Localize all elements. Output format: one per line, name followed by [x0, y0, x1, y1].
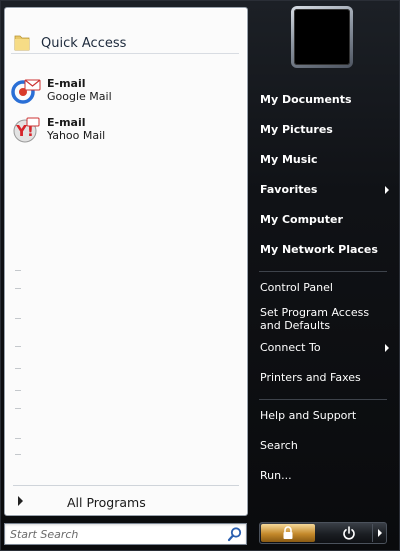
chevron-right-icon: [385, 344, 389, 352]
lock-icon: [283, 526, 293, 539]
search-icon[interactable]: [227, 526, 243, 542]
all-programs-label: All Programs: [67, 495, 146, 510]
lock-button[interactable]: [261, 524, 315, 542]
empty-slot-divider: [15, 368, 21, 369]
empty-slot-divider: [15, 346, 21, 347]
menu-item-label: My Documents: [260, 93, 352, 106]
quick-access-item[interactable]: Quick Access: [11, 30, 239, 54]
menu-item-label: My Computer: [260, 213, 343, 226]
menu-item-control-panel[interactable]: Control Panel: [257, 277, 389, 299]
pinned-item-subtitle: Google Mail: [47, 90, 112, 103]
pinned-item-yahoo-mail[interactable]: Y! E-mail Yahoo Mail: [9, 113, 245, 147]
menu-item-label: Help and Support: [260, 409, 357, 422]
power-icon: [343, 526, 355, 540]
empty-slot-divider: [15, 318, 21, 319]
start-menu: Quick Access E-mail Google Mail Y! E-mai…: [0, 0, 400, 551]
menu-item-label: My Music: [260, 153, 318, 166]
programs-panel: Quick Access E-mail Google Mail Y! E-mai…: [4, 7, 248, 516]
menu-item-label: Run...: [260, 469, 292, 482]
start-search-box[interactable]: [4, 523, 247, 545]
empty-slot-divider: [15, 288, 21, 289]
avatar: [294, 9, 350, 65]
menu-item-label: My Pictures: [260, 123, 333, 136]
power-bar: [259, 522, 387, 544]
menu-item-my-computer[interactable]: My Computer: [257, 209, 389, 231]
menu-item-label: Search: [260, 439, 298, 452]
menu-item-printers-and-faxes[interactable]: Printers and Faxes: [257, 367, 389, 389]
pinned-item-title: E-mail: [47, 116, 86, 129]
chevron-right-icon: [385, 186, 389, 194]
menu-item-favorites[interactable]: Favorites: [257, 179, 389, 201]
power-options-button[interactable]: [372, 524, 386, 542]
menu-divider: [259, 271, 387, 272]
menu-item-label: Connect To: [260, 341, 321, 354]
all-programs-button[interactable]: All Programs: [9, 490, 245, 512]
menu-item-label: Favorites: [260, 183, 318, 196]
menu-item-label: My Network Places: [260, 243, 378, 256]
menu-item-my-music[interactable]: My Music: [257, 149, 389, 171]
menu-divider: [259, 399, 387, 400]
empty-slot-divider: [15, 270, 21, 271]
menu-item-label: Control Panel: [260, 281, 333, 294]
yahoo-mail-icon: Y!: [13, 117, 40, 143]
menu-item-label: Set Program Access and Defaults: [260, 306, 370, 332]
pinned-item-google-mail[interactable]: E-mail Google Mail: [9, 74, 245, 108]
menu-item-run[interactable]: Run...: [257, 465, 389, 487]
empty-slot-divider: [15, 454, 21, 455]
empty-slot-divider: [15, 438, 21, 439]
user-avatar-frame[interactable]: [291, 6, 353, 68]
folder-icon: [14, 35, 30, 51]
pinned-item-title: E-mail: [47, 77, 86, 90]
power-button[interactable]: [330, 524, 370, 542]
quick-access-label: Quick Access: [41, 36, 127, 51]
menu-item-my-documents[interactable]: My Documents: [257, 89, 389, 111]
menu-item-connect-to[interactable]: Connect To: [257, 337, 389, 359]
menu-item-help-and-support[interactable]: Help and Support: [257, 405, 389, 427]
search-input[interactable]: [5, 524, 225, 544]
pinned-item-subtitle: Yahoo Mail: [47, 129, 106, 142]
menu-item-my-network-places[interactable]: My Network Places: [257, 239, 389, 261]
all-programs-divider: [13, 485, 239, 486]
chevron-right-icon: [18, 496, 23, 506]
empty-slot-divider: [15, 408, 21, 409]
menu-item-set-program-access[interactable]: Set Program Access and Defaults: [257, 302, 389, 334]
menu-item-search[interactable]: Search: [257, 435, 389, 457]
menu-item-my-pictures[interactable]: My Pictures: [257, 119, 389, 141]
google-mail-icon: [11, 79, 41, 104]
empty-slot-divider: [15, 390, 21, 391]
menu-item-label: Printers and Faxes: [260, 371, 361, 384]
